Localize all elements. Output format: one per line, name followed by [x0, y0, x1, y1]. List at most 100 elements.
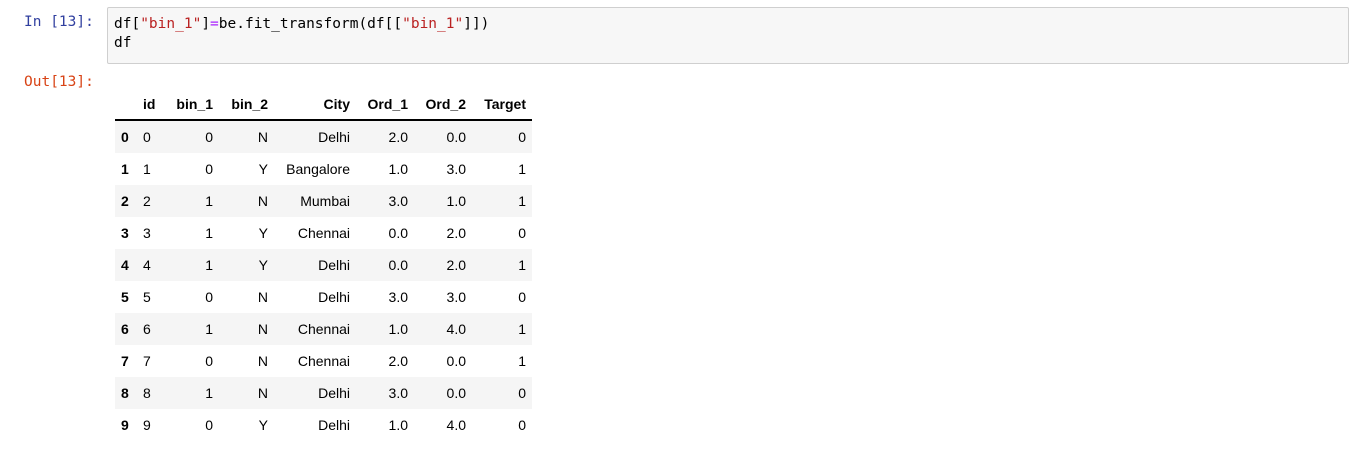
row-index: 2: [121, 193, 129, 209]
cell-city: Delhi: [318, 257, 350, 273]
cell-bin-2: Y: [258, 225, 268, 241]
cell-ord-2: 4.0: [446, 417, 466, 433]
cell-city: Bangalore: [286, 161, 350, 177]
table-row: 4 4 1 Y Delhi 0.0 2.0 1: [115, 249, 532, 281]
cell-ord-2: 2.0: [446, 225, 466, 241]
cell-id: 1: [143, 161, 151, 177]
cell-city: Chennai: [297, 225, 350, 241]
header-bin-1: bin_1: [164, 89, 219, 121]
table-row: 3 3 1 Y Chennai 0.0 2.0 0: [115, 217, 532, 249]
cell-bin-1: 1: [205, 385, 213, 401]
cell-id: 4: [143, 257, 151, 273]
code-token: ]: [201, 16, 211, 32]
cell-ord-1: 2.0: [388, 129, 408, 145]
code-line-2: df: [114, 35, 132, 51]
code-token: ]]): [463, 16, 490, 32]
cell-id: 2: [143, 193, 151, 209]
cell-ord-2: 0.0: [446, 385, 466, 401]
cell-id: 5: [143, 289, 151, 305]
input-prompt: In [13]:: [24, 14, 94, 30]
cell-bin-1: 0: [205, 161, 213, 177]
cell-bin-1: 0: [205, 353, 213, 369]
cell-city: Mumbai: [300, 193, 350, 209]
cell-id: 0: [143, 129, 151, 145]
table-row: 2 2 1 N Mumbai 3.0 1.0 1: [115, 185, 532, 217]
table-row: 5 5 0 N Delhi 3.0 3.0 0: [115, 281, 532, 313]
row-index: 5: [121, 289, 129, 305]
cell-city: Chennai: [297, 321, 350, 337]
cell-bin-2: Y: [258, 161, 268, 177]
cell-bin-1: 0: [205, 417, 213, 433]
cell-bin-1: 1: [205, 225, 213, 241]
cell-target: 1: [518, 193, 526, 209]
cell-ord-2: 3.0: [446, 161, 466, 177]
header-city: City: [274, 89, 356, 121]
row-index: 4: [121, 257, 129, 273]
table-row: 0 0 0 N Delhi 2.0 0.0 0: [115, 120, 532, 153]
cell-id: 3: [143, 225, 151, 241]
cell-city: Delhi: [318, 129, 350, 145]
cell-bin-2: Y: [258, 257, 268, 273]
cell-target: 0: [518, 289, 526, 305]
header-ord-1: Ord_1: [356, 89, 414, 121]
cell-bin-2: N: [257, 353, 268, 369]
header-index: [115, 89, 137, 121]
cell-target: 0: [518, 129, 526, 145]
table-row: 6 6 1 N Chennai 1.0 4.0 1: [115, 313, 532, 345]
cell-bin-1: 1: [205, 321, 213, 337]
cell-ord-2: 3.0: [446, 289, 466, 305]
row-index: 3: [121, 225, 129, 241]
cell-bin-2: N: [257, 385, 268, 401]
code-operator: =: [210, 16, 219, 32]
table-row: 8 8 1 N Delhi 3.0 0.0 0: [115, 377, 532, 409]
table-row: 7 7 0 N Chennai 2.0 0.0 1: [115, 345, 532, 377]
cell-ord-2: 0.0: [446, 353, 466, 369]
cell-target: 1: [518, 353, 526, 369]
code-input-area[interactable]: df["bin_1"]=be.fit_transform(df[["bin_1"…: [107, 7, 1349, 64]
code-token: be.fit_transform(df[[: [218, 16, 403, 32]
cell-ord-1: 0.0: [388, 257, 408, 273]
output-prompt: Out[13]:: [24, 74, 94, 90]
row-index: 6: [121, 321, 129, 337]
header-ord-2: Ord_2: [414, 89, 472, 121]
row-index: 0: [121, 129, 129, 145]
code-token: df[: [114, 16, 141, 32]
cell-ord-2: 2.0: [446, 257, 466, 273]
row-index: 9: [121, 417, 129, 433]
code-string: "bin_1": [402, 16, 464, 32]
table-row: 1 1 0 Y Bangalore 1.0 3.0 1: [115, 153, 532, 185]
cell-ord-2: 4.0: [446, 321, 466, 337]
cell-bin-1: 1: [205, 257, 213, 273]
cell-bin-2: N: [257, 321, 268, 337]
cell-target: 0: [518, 385, 526, 401]
cell-ord-1: 3.0: [388, 193, 408, 209]
notebook-cell: In [13]: df[ "bin_1"]=be.fit_transform(df…: [0, 0, 1357, 456]
row-index: 8: [121, 385, 129, 401]
code-line-1: df["bin_1"]=be.fit_transform(df[["bin_1"…: [114, 15, 1348, 34]
cell-ord-1: 1.0: [388, 321, 408, 337]
dataframe-table: id bin_1 bin_2 City Ord_1 Ord_2 Target 0…: [115, 89, 532, 441]
cell-bin-1: 0: [205, 129, 213, 145]
cell-id: 6: [143, 321, 151, 337]
cell-city: Delhi: [318, 417, 350, 433]
cell-id: 9: [143, 417, 151, 433]
table-header-row: id bin_1 bin_2 City Ord_1 Ord_2 Target: [115, 89, 532, 121]
cell-target: 0: [518, 417, 526, 433]
cell-ord-1: 3.0: [388, 289, 408, 305]
cell-ord-1: 1.0: [388, 417, 408, 433]
cell-bin-1: 0: [205, 289, 213, 305]
cell-ord-2: 0.0: [446, 129, 466, 145]
cell-ord-2: 1.0: [446, 193, 466, 209]
cell-id: 7: [143, 353, 151, 369]
cell-ord-1: 0.0: [388, 225, 408, 241]
header-bin-2: bin_2: [219, 89, 274, 121]
cell-bin-2: Y: [258, 417, 268, 433]
cell-bin-2: N: [257, 193, 268, 209]
cell-target: 1: [518, 257, 526, 273]
table-row: 9 9 0 Y Delhi 1.0 4.0 0: [115, 409, 532, 441]
cell-ord-1: 2.0: [388, 353, 408, 369]
cell-target: 1: [518, 321, 526, 337]
cell-target: 0: [518, 225, 526, 241]
row-index: 7: [121, 353, 129, 369]
row-index: 1: [121, 161, 129, 177]
